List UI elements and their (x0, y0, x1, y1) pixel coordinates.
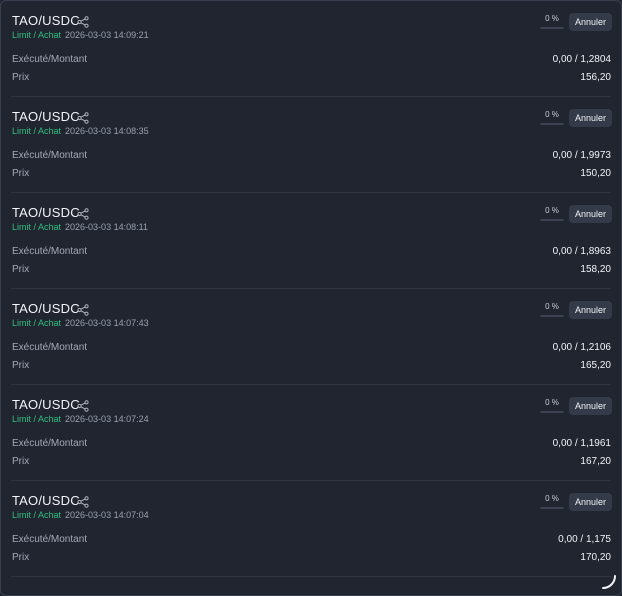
fill-percent: 0 % (545, 206, 559, 215)
fill-progress-bar (540, 27, 564, 29)
order-subtitle: Limit / Achat 2026-03-03 14:09:21 (12, 30, 149, 40)
order-pair: TAO/USDC (12, 493, 80, 508)
executed-amount-value: 0,00 / 1,175 (558, 534, 611, 545)
cancel-order-button[interactable]: Annuler (569, 109, 612, 127)
share-icon[interactable] (77, 400, 89, 412)
open-orders-panel: TAO/USDC Limit / Achat 2026-03-03 14:09:2… (0, 0, 622, 596)
share-icon[interactable] (77, 16, 89, 28)
order-subtitle: Limit / Achat 2026-03-03 14:07:04 (12, 510, 149, 520)
order-item: TAO/USDC Limit / Achat 2026-03-03 14:08:1… (1, 193, 621, 289)
fill-percent: 0 % (545, 398, 559, 407)
fill-percent: 0 % (545, 302, 559, 311)
order-pair: TAO/USDC (12, 205, 80, 220)
price-value: 167,20 (580, 456, 611, 467)
divider (11, 576, 611, 577)
order-subtitle: Limit / Achat 2026-03-03 14:07:43 (12, 318, 149, 328)
price-label: Prix (12, 72, 30, 83)
order-type: Limit / Achat (12, 510, 62, 520)
executed-amount-value: 0,00 / 1,8963 (552, 246, 611, 257)
share-icon[interactable] (77, 496, 89, 508)
order-pair: TAO/USDC (12, 397, 80, 412)
order-type: Limit / Achat (12, 126, 62, 136)
share-icon[interactable] (77, 208, 89, 220)
order-subtitle: Limit / Achat 2026-03-03 14:08:11 (12, 222, 148, 232)
cancel-order-button[interactable]: Annuler (569, 205, 612, 223)
fill-progress-bar (540, 315, 564, 317)
price-label: Prix (12, 168, 30, 179)
fill-progress-bar (540, 123, 564, 125)
order-type: Limit / Achat (12, 222, 62, 232)
price-value: 170,20 (580, 552, 611, 563)
executed-amount-label: Exécuté/Montant (12, 534, 88, 545)
executed-amount-label: Exécuté/Montant (12, 342, 88, 353)
executed-amount-value: 0,00 / 1,2804 (552, 54, 611, 65)
order-subtitle: Limit / Achat 2026-03-03 14:07:24 (12, 414, 149, 424)
order-item: TAO/USDC Limit / Achat 2026-03-03 14:07:4… (1, 289, 621, 385)
order-type: Limit / Achat (12, 318, 62, 328)
order-item: TAO/USDC Limit / Achat 2026-03-03 14:09:2… (1, 1, 621, 97)
order-type: Limit / Achat (12, 30, 62, 40)
price-value: 150,20 (580, 168, 611, 179)
fill-percent: 0 % (545, 14, 559, 23)
cancel-order-button[interactable]: Annuler (569, 301, 612, 319)
loading-spinner-icon (602, 575, 616, 589)
executed-amount-value: 0,00 / 1,2106 (552, 342, 611, 353)
price-label: Prix (12, 552, 30, 563)
fill-percent: 0 % (545, 110, 559, 119)
order-pair: TAO/USDC (12, 301, 80, 316)
order-time: 2026-03-03 14:08:11 (65, 222, 148, 232)
fill-progress-bar (540, 411, 564, 413)
order-time: 2026-03-03 14:07:24 (65, 414, 149, 424)
price-label: Prix (12, 360, 30, 371)
executed-amount-label: Exécuté/Montant (12, 246, 88, 257)
fill-progress-bar (540, 219, 564, 221)
order-subtitle: Limit / Achat 2026-03-03 14:08:35 (12, 126, 149, 136)
order-type: Limit / Achat (12, 414, 62, 424)
fill-percent: 0 % (545, 494, 559, 503)
fill-progress-bar (540, 507, 564, 509)
order-item: TAO/USDC Limit / Achat 2026-03-03 14:08:3… (1, 97, 621, 193)
order-time: 2026-03-03 14:09:21 (65, 30, 149, 40)
share-icon[interactable] (77, 304, 89, 316)
price-label: Prix (12, 264, 30, 275)
executed-amount-value: 0,00 / 1,1961 (552, 438, 611, 449)
cancel-order-button[interactable]: Annuler (569, 493, 612, 511)
order-time: 2026-03-03 14:07:43 (65, 318, 149, 328)
cancel-order-button[interactable]: Annuler (569, 397, 612, 415)
order-item: TAO/USDC Limit / Achat 2026-03-03 14:07:2… (1, 385, 621, 481)
price-value: 158,20 (580, 264, 611, 275)
cancel-order-button[interactable]: Annuler (569, 13, 612, 31)
share-icon[interactable] (77, 112, 89, 124)
price-value: 156,20 (580, 72, 611, 83)
executed-amount-label: Exécuté/Montant (12, 150, 88, 161)
executed-amount-label: Exécuté/Montant (12, 54, 88, 65)
order-time: 2026-03-03 14:07:04 (65, 510, 149, 520)
price-value: 165,20 (580, 360, 611, 371)
executed-amount-value: 0,00 / 1,9973 (552, 150, 611, 161)
order-item: TAO/USDC Limit / Achat 2026-03-03 14:07:0… (1, 481, 621, 577)
order-pair: TAO/USDC (12, 109, 80, 124)
executed-amount-label: Exécuté/Montant (12, 438, 88, 449)
order-pair: TAO/USDC (12, 13, 80, 28)
order-time: 2026-03-03 14:08:35 (65, 126, 149, 136)
price-label: Prix (12, 456, 30, 467)
